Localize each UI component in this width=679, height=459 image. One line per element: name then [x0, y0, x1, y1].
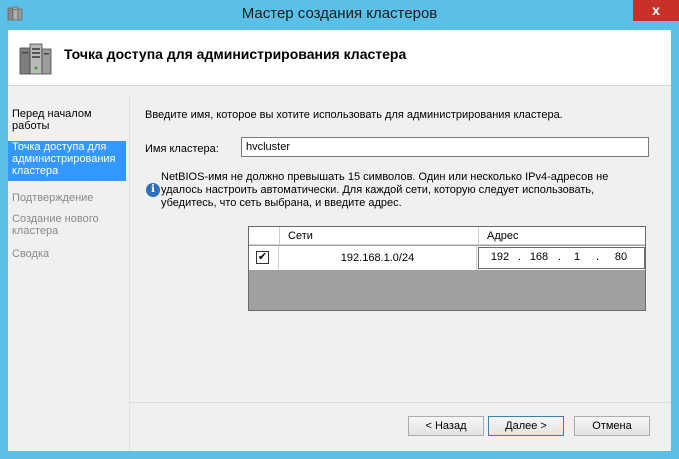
wizard-window: Мастер создания кластеров x Точка доступ…: [0, 0, 679, 459]
column-header-address[interactable]: Адрес: [478, 227, 645, 245]
close-button[interactable]: x: [633, 0, 679, 21]
cancel-button[interactable]: Отмена: [574, 416, 650, 436]
ip-dot: .: [596, 251, 600, 263]
window-title: Мастер создания кластеров: [241, 5, 438, 22]
wizard-steps-sidebar: Перед началом работы Точка доступа для а…: [8, 96, 126, 451]
step-label: Перед началом работы: [12, 108, 92, 132]
back-button[interactable]: < Назад: [408, 416, 484, 436]
step-creating-cluster: Создание нового кластера: [8, 213, 126, 241]
wizard-content-panel: Введите имя, которое вы хотите использов…: [129, 96, 671, 451]
step-label: Подтверждение: [12, 192, 94, 204]
step-access-point[interactable]: Точка доступа для администрирования клас…: [8, 141, 126, 181]
step-label: Точка доступа для администрирования клас…: [12, 141, 116, 177]
network-cell: 192.168.1.0/24: [279, 246, 477, 270]
check-cell: ✔: [249, 246, 279, 270]
page-title: Точка доступа для администрирования клас…: [64, 46, 407, 62]
step-before-you-begin[interactable]: Перед началом работы: [8, 108, 126, 136]
wizard-header: Точка доступа для администрирования клас…: [8, 30, 671, 86]
netbios-info-text: NetBIOS-имя не должно превышать 15 симво…: [161, 171, 609, 209]
intro-text: Введите имя, которое вы хотите использов…: [145, 109, 563, 121]
title-bar[interactable]: Мастер создания кластеров x: [0, 0, 679, 30]
grid-header-check: [249, 227, 279, 245]
networks-grid: Сети Адрес ✔ 192.168.1.0/24 192 . 168 . …: [248, 226, 646, 311]
ip-dot: .: [518, 251, 522, 263]
table-row[interactable]: ✔ 192.168.1.0/24 192 . 168 . 1 . 80: [249, 246, 645, 270]
step-summary: Сводка: [8, 248, 126, 262]
footer-divider: [129, 402, 671, 403]
info-icon: i: [146, 183, 160, 197]
ip-octet-4[interactable]: 80: [610, 251, 632, 263]
step-label: Сводка: [12, 248, 50, 260]
next-button[interactable]: Далее >: [488, 416, 564, 436]
column-header-networks[interactable]: Сети: [279, 227, 478, 245]
network-checkbox[interactable]: ✔: [256, 251, 269, 264]
server-cluster-icon: [19, 43, 52, 75]
grid-header: Сети Адрес: [249, 227, 645, 245]
ip-octet-1[interactable]: 192: [489, 251, 511, 263]
ip-dot: .: [558, 251, 562, 263]
cluster-name-input[interactable]: [241, 137, 649, 157]
wizard-client-area: Точка доступа для администрирования клас…: [8, 30, 671, 451]
cluster-name-label: Имя кластера:: [145, 143, 219, 155]
step-label: Создание нового кластера: [12, 213, 99, 237]
ip-octet-2[interactable]: 168: [528, 251, 550, 263]
step-confirmation: Подтверждение: [8, 192, 126, 206]
ip-address-input[interactable]: 192 . 168 . 1 . 80: [478, 247, 645, 269]
ip-octet-3[interactable]: 1: [566, 251, 588, 263]
